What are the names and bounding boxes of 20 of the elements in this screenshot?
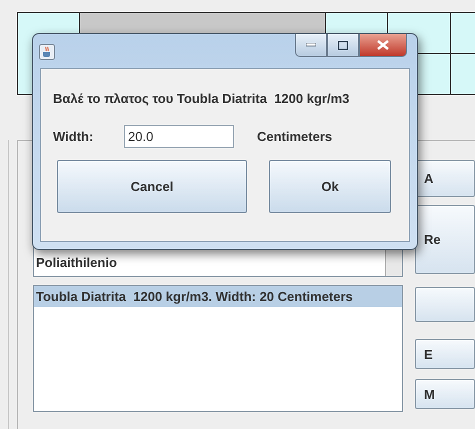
maximize-button[interactable]: [327, 34, 359, 57]
minimize-button[interactable]: [295, 34, 327, 57]
cancel-button[interactable]: Cancel: [57, 160, 247, 213]
unit-label: Centimeters: [257, 129, 332, 144]
close-button[interactable]: [359, 34, 407, 57]
maximize-icon: [338, 40, 348, 50]
width-label: Width:: [53, 129, 94, 144]
width-input-field[interactable]: 20.0: [124, 125, 234, 148]
ok-button[interactable]: Ok: [269, 160, 391, 213]
side-button[interactable]: E: [415, 339, 475, 369]
java-cup-icon: [39, 44, 55, 60]
side-button[interactable]: A: [415, 160, 475, 197]
list-item[interactable]: Poliaithilenio: [36, 255, 385, 270]
close-icon: [377, 40, 389, 50]
list-item[interactable]: Toubla Diatrita 1200 kgr/m3. Width: 20 Centimeters: [34, 286, 402, 307]
prompt-text: Βαλέ το πλατος του Toubla Diatrita 1200 kgr/m3: [53, 91, 350, 106]
minimize-icon: [306, 43, 316, 47]
side-button[interactable]: M: [415, 379, 475, 409]
side-button[interactable]: Re: [415, 205, 475, 274]
side-button[interactable]: [415, 287, 475, 322]
